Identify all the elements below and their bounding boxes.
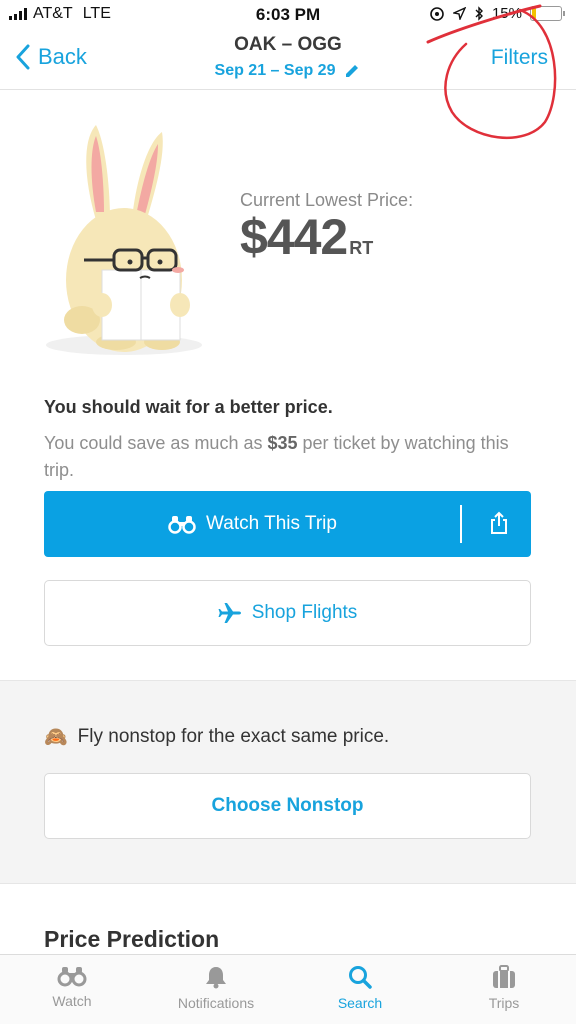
share-button[interactable] xyxy=(489,511,509,540)
tab-watch-label: Watch xyxy=(52,993,92,1009)
nav-title: OAK – OGG Sep 21 – Sep 29 xyxy=(0,34,576,80)
bunny-mascot-illustration xyxy=(46,125,202,355)
tab-search[interactable]: Search xyxy=(288,955,432,1024)
search-icon xyxy=(349,966,372,989)
tab-notifications-label: Notifications xyxy=(177,995,255,1011)
bell-icon xyxy=(206,967,226,989)
tab-trips-label: Trips xyxy=(488,995,520,1011)
tab-watch[interactable]: Watch xyxy=(0,955,144,1024)
button-divider xyxy=(460,505,462,543)
choose-nonstop-button[interactable]: Choose Nonstop xyxy=(44,773,531,839)
status-right: 15% xyxy=(429,5,565,22)
share-icon xyxy=(491,511,507,534)
price-value: $442 xyxy=(240,209,348,265)
battery-icon xyxy=(530,6,565,21)
airplane-icon xyxy=(218,603,241,623)
advice-title: You should wait for a better price. xyxy=(44,397,333,417)
advice-amount: $35 xyxy=(267,433,298,453)
pencil-icon xyxy=(346,65,359,77)
advice-prefix: You could save as much as xyxy=(44,433,268,453)
shop-flights-button[interactable]: Shop Flights xyxy=(44,580,531,646)
monkey-emoji-icon: 🙈 xyxy=(44,727,68,748)
orientation-lock-icon xyxy=(430,6,444,21)
advice-body: You could save as much as $35 per ticket… xyxy=(44,430,514,484)
nav-bar: Back OAK – OGG Sep 21 – Sep 29 Filters xyxy=(0,30,576,90)
nonstop-message: 🙈 Fly nonstop for the exact same price. xyxy=(44,725,389,749)
dates-edit-button[interactable]: Sep 21 – Sep 29 xyxy=(215,62,362,80)
dates-label: Sep 21 – Sep 29 xyxy=(214,62,336,79)
nonstop-section: 🙈 Fly nonstop for the exact same price. … xyxy=(0,680,576,884)
tab-notifications[interactable]: Notifications xyxy=(144,955,288,1024)
status-bar: AT&T LTE 6:03 PM 15% xyxy=(0,0,576,30)
battery-percent: 15% xyxy=(491,5,522,22)
price-prediction-heading: Price Prediction xyxy=(44,926,220,952)
binoculars-icon xyxy=(168,516,196,534)
location-arrow-icon xyxy=(452,7,466,20)
route-title: OAK – OGG xyxy=(234,34,342,55)
bluetooth-icon xyxy=(475,6,483,21)
watch-trip-label: Watch This Trip xyxy=(206,513,337,534)
price-hero: Current Lowest Price: $442 RT xyxy=(0,90,576,380)
shop-flights-label: Shop Flights xyxy=(251,602,358,623)
tab-search-label: Search xyxy=(337,995,383,1011)
tab-bar: Watch Notifications Search Trips xyxy=(0,954,576,1024)
nonstop-text: Fly nonstop for the exact same price. xyxy=(77,726,390,747)
watch-trip-button[interactable]: Watch This Trip xyxy=(44,491,461,557)
suitcase-icon xyxy=(493,965,515,988)
price-row: $442 RT xyxy=(240,208,373,266)
binoculars-icon xyxy=(57,967,87,987)
tab-trips[interactable]: Trips xyxy=(432,955,576,1024)
watch-trip-button-group: Watch This Trip xyxy=(44,491,531,557)
filters-button[interactable]: Filters xyxy=(491,46,548,70)
price-suffix: RT xyxy=(349,238,374,258)
battery-fill xyxy=(532,8,536,19)
